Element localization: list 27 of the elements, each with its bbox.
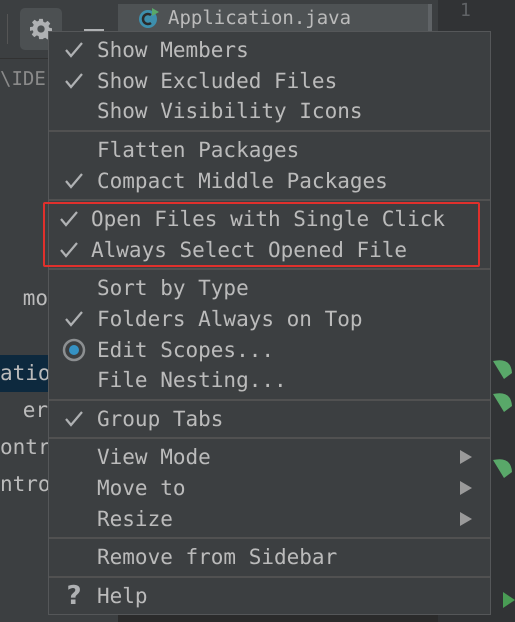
menu-item[interactable]: Sort by Type: [51, 273, 488, 304]
menu-item[interactable]: Remove from Sidebar: [51, 542, 488, 572]
submenu-arrow-icon: [460, 512, 472, 526]
menu-item[interactable]: Show Excluded Files: [51, 66, 488, 96]
menu-item[interactable]: Flatten Packages: [51, 134, 488, 166]
submenu-arrow-icon: [460, 450, 472, 464]
leaf-icon: [493, 359, 513, 381]
class-file-icon: [138, 7, 160, 29]
help-icon: ?: [66, 580, 82, 611]
menu-item[interactable]: Open Files with Single Click: [49, 204, 478, 235]
leaf-icon: [493, 392, 513, 414]
menu-item[interactable]: Compact Middle Packages: [51, 165, 488, 196]
menu-item[interactable]: Folders Always on Top: [51, 304, 488, 334]
project-path: \IDE: [0, 68, 47, 90]
menu-item[interactable]: View Mode: [51, 442, 488, 473]
menu-item[interactable]: Resize: [51, 503, 488, 534]
menu-item[interactable]: Move to: [51, 472, 488, 504]
submenu-arrow-icon: [460, 481, 472, 496]
menu-item[interactable]: File Nesting...: [51, 364, 488, 396]
settings-icon: [30, 18, 52, 40]
leaf-icon: [493, 458, 513, 480]
menu-item[interactable]: Show Visibility Icons: [51, 96, 488, 127]
menu-item[interactable]: ? Help: [51, 580, 488, 612]
menu-item[interactable]: Edit Scopes...: [51, 334, 488, 365]
menu-item[interactable]: Always Select Opened File: [49, 234, 478, 266]
menu-item[interactable]: Group Tabs: [51, 404, 488, 434]
run-icon[interactable]: [503, 592, 515, 608]
